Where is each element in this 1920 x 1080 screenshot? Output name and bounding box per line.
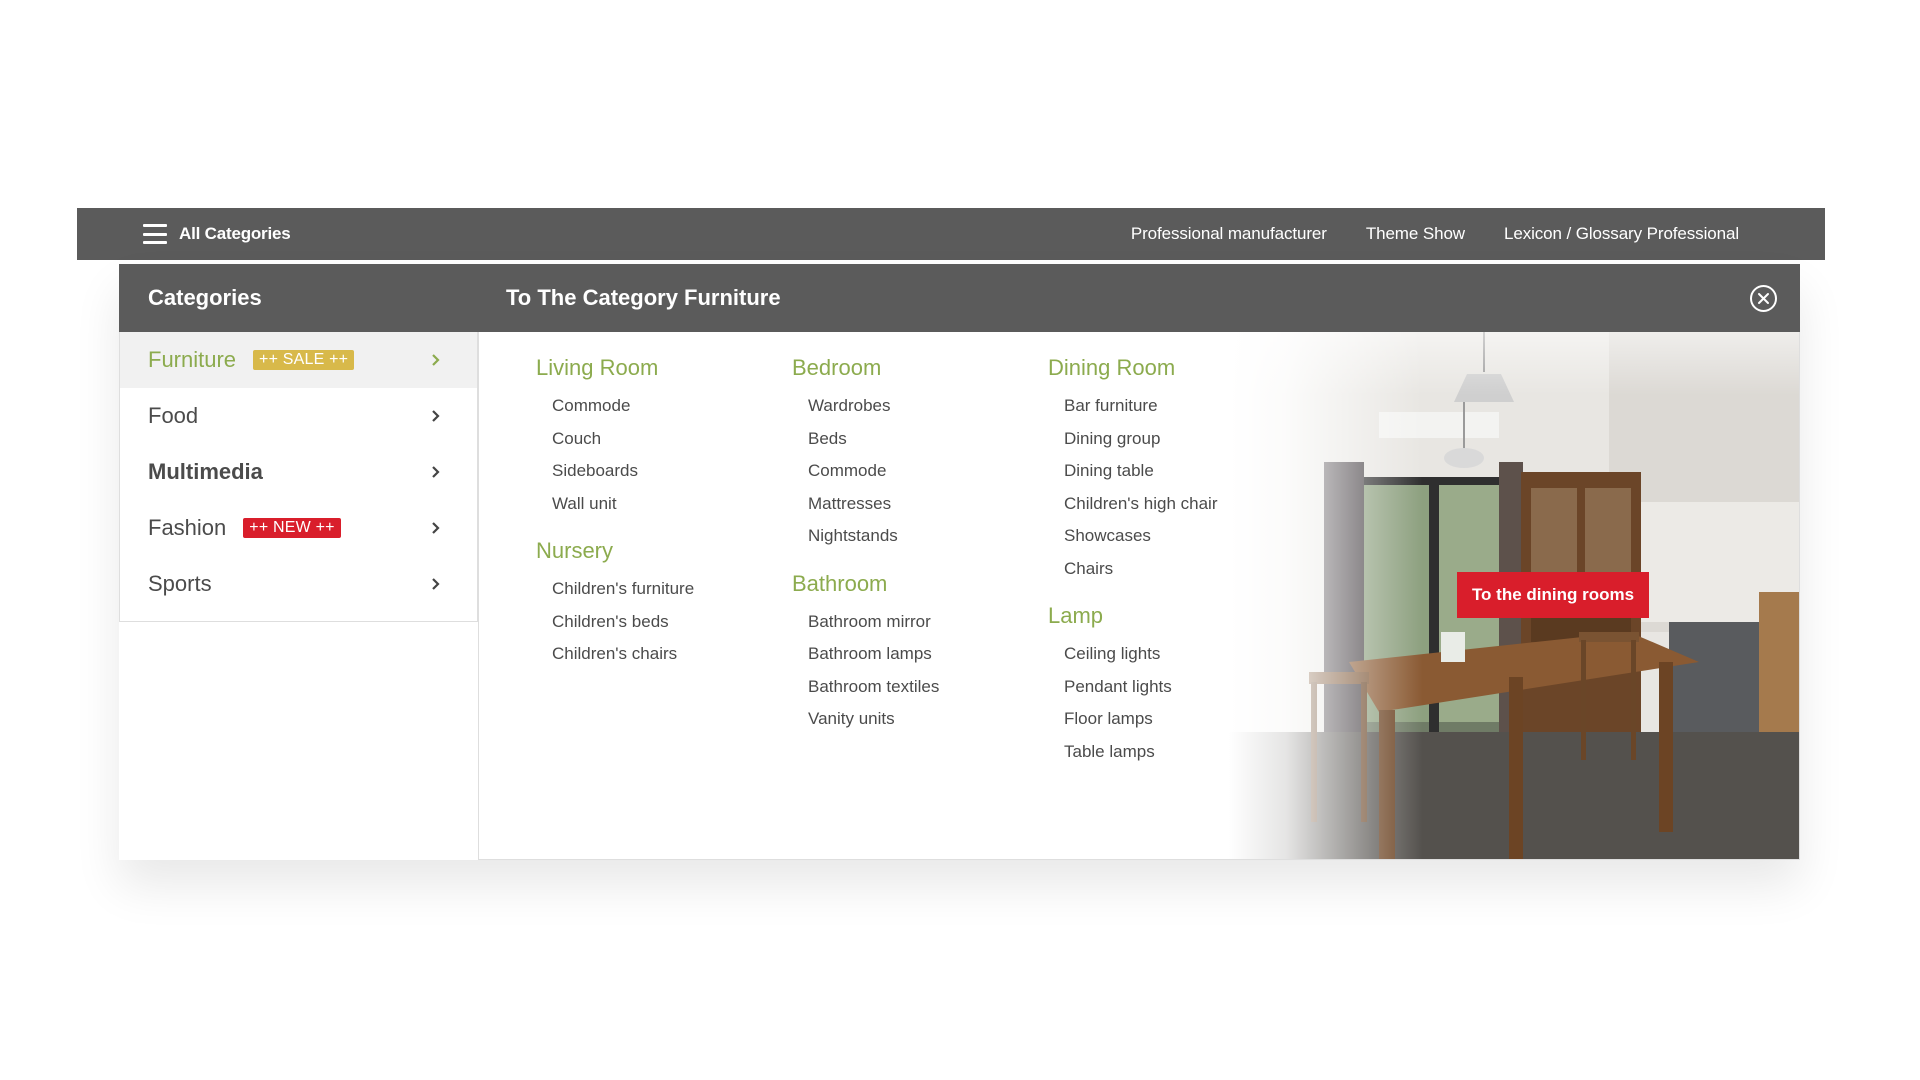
subcategory-link[interactable]: Children's chairs bbox=[536, 638, 766, 671]
sidebar-item-food[interactable]: Food bbox=[120, 388, 477, 444]
sidebar-item-label: Food bbox=[148, 403, 199, 428]
group-title-living-room[interactable]: Living Room bbox=[536, 355, 766, 381]
sidebar-item-sports[interactable]: Sports bbox=[120, 556, 477, 612]
group-title-bedroom[interactable]: Bedroom bbox=[792, 355, 1022, 381]
new-badge: ++ NEW ++ bbox=[243, 518, 341, 538]
column-living-nursery: Living Room Commode Couch Sideboards Wal… bbox=[536, 355, 766, 671]
close-icon[interactable] bbox=[1750, 285, 1777, 312]
sidebar-item-multimedia[interactable]: Multimedia bbox=[120, 444, 477, 500]
sidebar-item-fashion[interactable]: Fashion ++ NEW ++ bbox=[120, 500, 477, 556]
subcategory-link[interactable]: Wall unit bbox=[536, 488, 766, 521]
subcategory-link[interactable]: Vanity units bbox=[792, 703, 1022, 736]
column-bedroom-bathroom: Bedroom Wardrobes Beds Commode Mattresse… bbox=[792, 355, 1022, 736]
chevron-right-icon bbox=[429, 465, 443, 479]
top-links: Professional manufacturer Theme Show Lex… bbox=[1131, 224, 1739, 244]
all-categories-button[interactable]: All Categories bbox=[143, 224, 291, 244]
sidebar-title: Categories bbox=[119, 264, 478, 332]
sale-badge: ++ SALE ++ bbox=[253, 350, 355, 370]
subcategory-link[interactable]: Beds bbox=[792, 423, 1022, 456]
content-header: To The Category Furniture bbox=[478, 264, 1800, 332]
subcategory-link[interactable]: Children's beds bbox=[536, 606, 766, 639]
dining-room-photo: To the dining rooms bbox=[1229, 332, 1799, 859]
category-sidebar: Furniture ++ SALE ++ Food Multimedia Fas… bbox=[119, 332, 478, 622]
chevron-right-icon bbox=[429, 353, 443, 367]
mega-menu-panel: Categories To The Category Furniture Fur… bbox=[119, 264, 1800, 860]
subcategory-link[interactable]: Bathroom lamps bbox=[792, 638, 1022, 671]
sidebar-item-label: Furniture bbox=[148, 347, 237, 372]
chevron-right-icon bbox=[429, 521, 443, 535]
subcategory-link[interactable]: Wardrobes bbox=[792, 390, 1022, 423]
subcategory-link[interactable]: Mattresses bbox=[792, 488, 1022, 521]
all-categories-label: All Categories bbox=[179, 224, 291, 243]
subcategory-link[interactable]: Children's furniture bbox=[536, 573, 766, 606]
sidebar-item-label: Sports bbox=[148, 571, 212, 596]
subcategory-link[interactable]: Nightstands bbox=[792, 520, 1022, 553]
sidebar-item-label: Multimedia bbox=[148, 459, 263, 484]
subcategory-link[interactable]: Sideboards bbox=[536, 455, 766, 488]
group-title-nursery[interactable]: Nursery bbox=[536, 538, 766, 564]
category-content: Living Room Commode Couch Sideboards Wal… bbox=[478, 332, 1800, 860]
category-link-title[interactable]: To The Category Furniture bbox=[506, 285, 781, 311]
top-link-lexicon[interactable]: Lexicon / Glossary Professional bbox=[1504, 224, 1739, 244]
subcategory-link[interactable]: Commode bbox=[792, 455, 1022, 488]
chevron-right-icon bbox=[429, 409, 443, 423]
subcategory-link[interactable]: Commode bbox=[536, 390, 766, 423]
dining-rooms-cta-button[interactable]: To the dining rooms bbox=[1457, 572, 1649, 618]
hamburger-icon bbox=[143, 224, 167, 244]
chevron-right-icon bbox=[429, 577, 443, 591]
subcategory-link[interactable]: Bathroom textiles bbox=[792, 671, 1022, 704]
subcategory-link[interactable]: Couch bbox=[536, 423, 766, 456]
sidebar-item-furniture[interactable]: Furniture ++ SALE ++ bbox=[120, 332, 477, 388]
sidebar-item-label: Fashion bbox=[148, 515, 227, 540]
top-link-theme-show[interactable]: Theme Show bbox=[1366, 224, 1465, 244]
top-link-professional-manufacturer[interactable]: Professional manufacturer bbox=[1131, 224, 1327, 244]
subcategory-link[interactable]: Bathroom mirror bbox=[792, 606, 1022, 639]
group-title-bathroom[interactable]: Bathroom bbox=[792, 571, 1022, 597]
top-navigation-bar: All Categories Professional manufacturer… bbox=[77, 208, 1825, 260]
